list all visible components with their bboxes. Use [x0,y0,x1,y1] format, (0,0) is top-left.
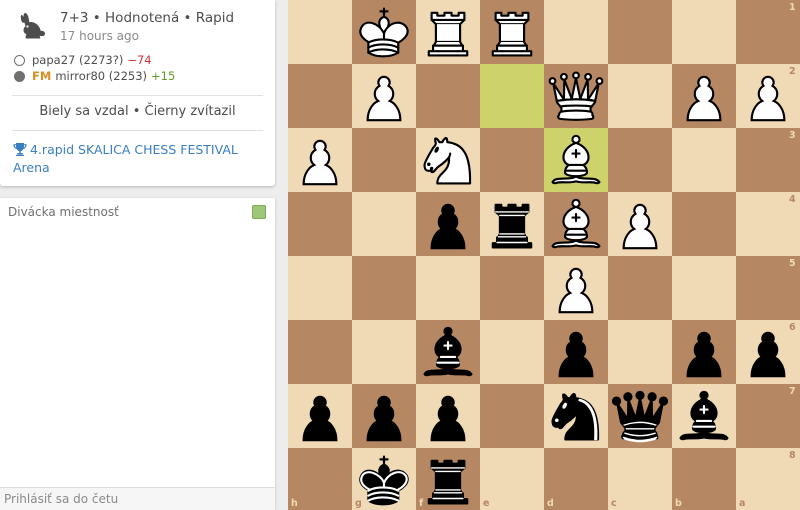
square-c3[interactable] [608,128,672,192]
player-black-name: mirror80 (2253) [55,69,148,83]
square-b5[interactable] [672,256,736,320]
white-pawn-icon[interactable] [672,64,736,128]
white-pawn-icon[interactable] [544,256,608,320]
black-knight-icon[interactable] [544,384,608,448]
black-bishop-icon[interactable] [416,320,480,384]
square-e5[interactable] [480,256,544,320]
chat-title: Divácka miestnosť [8,205,119,219]
square-h6[interactable] [288,320,352,384]
square-d1[interactable] [544,0,608,64]
white-pawn-icon[interactable] [608,192,672,256]
square-d8[interactable] [544,448,608,510]
black-pawn-icon[interactable] [672,320,736,384]
square-g5[interactable] [352,256,416,320]
game-speed-label: 7+3 • Hodnotená • Rapid [60,10,235,26]
player-white-name: papa27 (2273?) [32,53,124,67]
black-pawn-icon[interactable] [352,384,416,448]
square-h8[interactable] [288,448,352,510]
square-h5[interactable] [288,256,352,320]
player-black-rating-diff: +15 [151,69,176,83]
game-time: 17 hours ago [60,29,139,43]
black-pawn-icon[interactable] [416,384,480,448]
black-pawn-icon[interactable] [416,192,480,256]
black-king-icon[interactable] [352,448,416,510]
square-g3[interactable] [352,128,416,192]
white-queen-icon[interactable] [544,64,608,128]
player-black[interactable]: FM mirror80 (2253) +15 [14,68,175,84]
tournament-link[interactable]: 4.rapid SKALICA CHESS FESTIVAL Arena [13,141,263,177]
game-info-card: 7+3 • Hodnotená • Rapid 17 hours ago pap… [0,0,275,186]
black-pawn-icon[interactable] [288,384,352,448]
divider [12,130,263,131]
black-pawn-icon[interactable] [736,320,800,384]
chat-toggle-checkbox[interactable] [252,205,266,219]
trophy-icon [13,143,27,156]
square-b4[interactable] [672,192,736,256]
square-g6[interactable] [352,320,416,384]
white-rook-icon[interactable] [416,0,480,64]
square-e6[interactable] [480,320,544,384]
square-f5[interactable] [416,256,480,320]
rabbit-icon [20,13,45,39]
square-f2[interactable] [416,64,480,128]
player-white[interactable]: papa27 (2273?) −74 [14,52,152,68]
white-knight-icon[interactable] [416,128,480,192]
square-e8[interactable] [480,448,544,510]
square-a1[interactable] [736,0,800,64]
white-pawn-icon[interactable] [288,128,352,192]
square-b8[interactable] [672,448,736,510]
player-white-rating-diff: −74 [127,53,152,67]
white-pawn-icon[interactable] [352,64,416,128]
white-rook-icon[interactable] [480,0,544,64]
white-side-icon [14,54,25,66]
chat-input[interactable] [0,487,275,510]
square-b1[interactable] [672,0,736,64]
square-e3[interactable] [480,128,544,192]
square-e2[interactable] [480,64,544,128]
square-c2[interactable] [608,64,672,128]
black-rook-icon[interactable] [416,448,480,510]
black-bishop-icon[interactable] [672,384,736,448]
white-king-icon[interactable] [352,0,416,64]
square-c8[interactable] [608,448,672,510]
square-e7[interactable] [480,384,544,448]
black-pawn-icon[interactable] [544,320,608,384]
player-black-title: FM [32,69,52,83]
square-c6[interactable] [608,320,672,384]
square-a8[interactable] [736,448,800,510]
white-pawn-icon[interactable] [736,64,800,128]
square-a4[interactable] [736,192,800,256]
black-side-icon [14,70,25,82]
square-c5[interactable] [608,256,672,320]
tournament-name: 4.rapid SKALICA CHESS FESTIVAL Arena [13,142,238,175]
chess-board[interactable]: 12345678hgfedcba [288,0,800,510]
square-a7[interactable] [736,384,800,448]
square-a5[interactable] [736,256,800,320]
square-h2[interactable] [288,64,352,128]
square-g4[interactable] [352,192,416,256]
black-queen-icon[interactable] [608,384,672,448]
divider [12,95,263,96]
game-result: Biely sa vzdal • Čierny zvítazil [39,104,236,119]
spectator-chat: Divácka miestnosť [0,198,275,510]
square-c1[interactable] [608,0,672,64]
square-h4[interactable] [288,192,352,256]
white-bishop-icon[interactable] [544,192,608,256]
square-h1[interactable] [288,0,352,64]
black-rook-icon[interactable] [480,192,544,256]
square-b3[interactable] [672,128,736,192]
square-a3[interactable] [736,128,800,192]
white-bishop-icon[interactable] [544,128,608,192]
